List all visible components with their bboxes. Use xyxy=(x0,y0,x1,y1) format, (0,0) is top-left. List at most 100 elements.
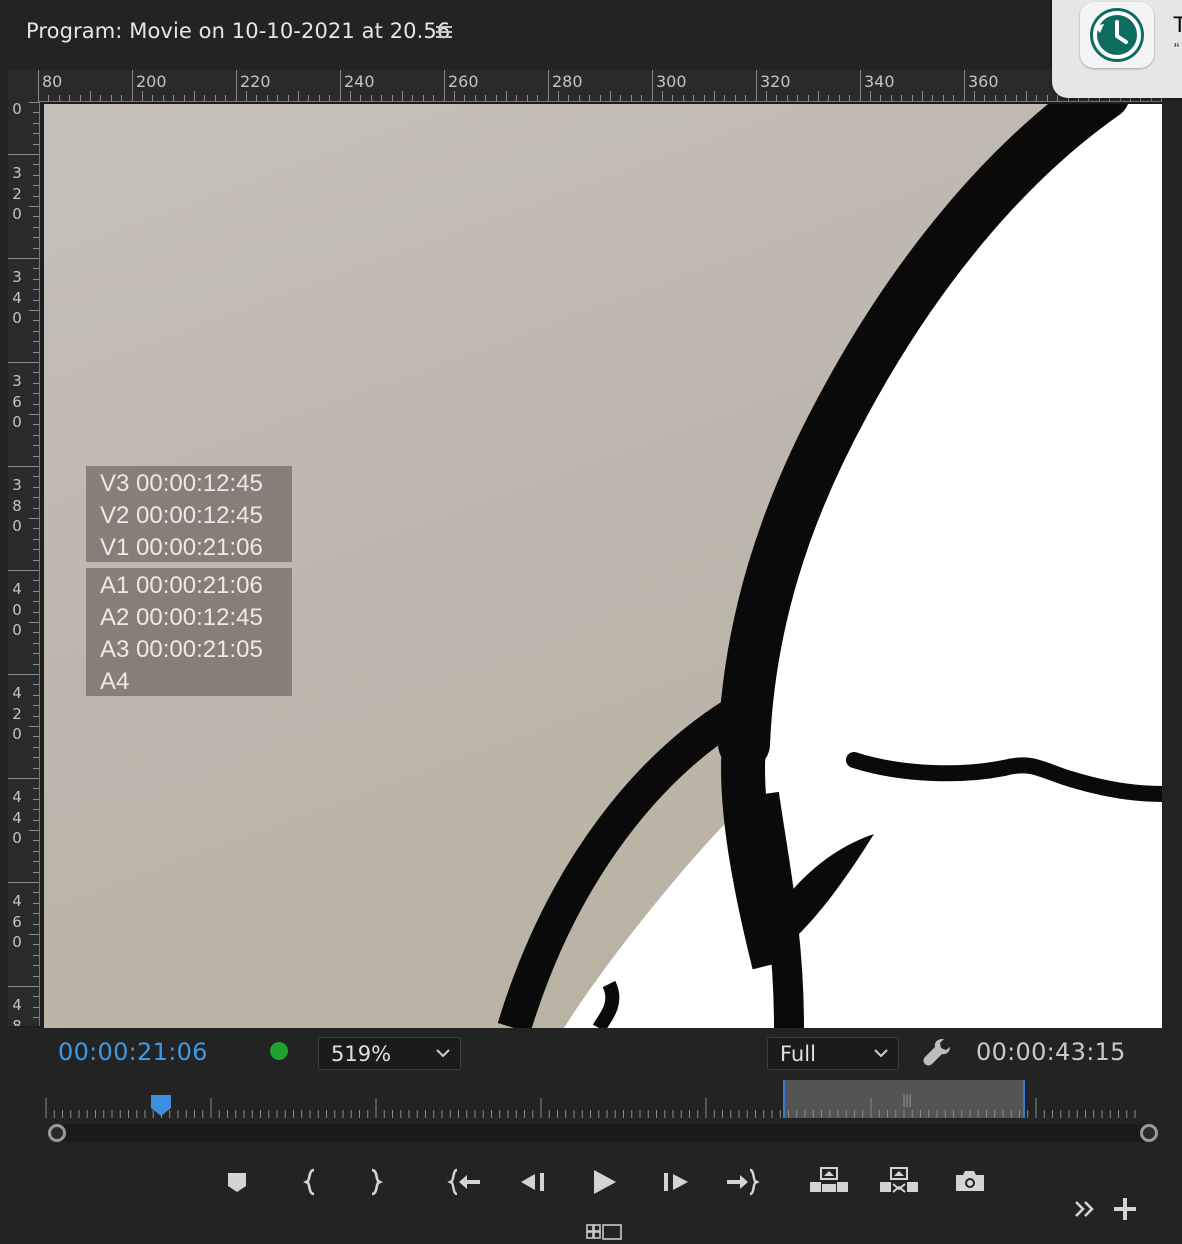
mark-out-icon xyxy=(371,1168,383,1196)
marker-icon xyxy=(228,1173,246,1192)
extract-button[interactable] xyxy=(879,1164,921,1200)
ruler-tick xyxy=(630,95,632,101)
settings-wrench-icon[interactable] xyxy=(922,1036,954,1068)
add-marker-button[interactable] xyxy=(219,1164,255,1200)
ruler-label: 320 xyxy=(12,164,22,223)
ruler-tick xyxy=(298,91,299,101)
ruler-tick xyxy=(350,91,351,101)
zoom-dropdown[interactable]: 519% xyxy=(318,1037,461,1070)
ruler-label: 80 xyxy=(42,72,63,91)
ruler-label: 360 xyxy=(12,372,22,431)
ruler-tick xyxy=(1057,95,1059,101)
ruler-tick xyxy=(495,95,497,101)
scrollbar-right-handle[interactable] xyxy=(1140,1124,1158,1142)
ruler-tick xyxy=(79,95,81,101)
mini-timeline-ruler[interactable] xyxy=(44,1098,1156,1120)
ruler-tick xyxy=(1015,95,1017,101)
ruler-tick xyxy=(29,570,39,571)
ruler-tick xyxy=(33,278,39,280)
ruler-tick xyxy=(370,95,372,101)
ruler-tick xyxy=(963,95,965,101)
ruler-tick xyxy=(33,122,39,124)
ruler-tick xyxy=(33,299,39,301)
ruler-tick xyxy=(33,840,39,842)
mark-out-button[interactable] xyxy=(357,1164,393,1200)
ruler-tick xyxy=(33,497,39,499)
go-to-in-button[interactable] xyxy=(447,1164,483,1200)
ruler-tick xyxy=(901,95,903,101)
ruler-tick xyxy=(142,91,143,101)
ruler-tick xyxy=(33,819,39,821)
export-frame-button[interactable] xyxy=(952,1164,988,1200)
ruler-tick xyxy=(33,663,39,665)
ruler-tick xyxy=(402,91,403,101)
ruler-tick xyxy=(391,95,393,101)
zoom-scrollbar[interactable] xyxy=(50,1124,1158,1142)
ruler-tick xyxy=(29,518,39,519)
ruler-tick xyxy=(33,902,39,904)
ruler-tick xyxy=(1036,95,1038,101)
ruler-tick xyxy=(651,95,653,101)
ruler-tick xyxy=(714,91,715,101)
ruler-tick xyxy=(33,642,39,644)
ruler-tick xyxy=(69,95,71,101)
ruler-tick xyxy=(33,715,39,717)
scrollbar-left-handle[interactable] xyxy=(48,1124,66,1142)
ruler-tick xyxy=(443,95,445,101)
panel-title: Program: Movie on 10-10-2021 at 20.56 xyxy=(26,19,451,43)
ruler-tick xyxy=(121,95,123,101)
ruler-tick xyxy=(33,653,39,655)
ruler-tick xyxy=(890,95,892,101)
ruler-tick xyxy=(33,736,39,738)
ruler-label: 440 xyxy=(12,788,22,847)
ruler-tick xyxy=(33,424,39,426)
notification-banner[interactable]: T “ xyxy=(1052,0,1182,98)
mark-in-button[interactable] xyxy=(293,1164,329,1200)
ruler-tick xyxy=(33,798,39,800)
step-back-button[interactable] xyxy=(516,1164,552,1200)
ruler-tick xyxy=(33,767,39,769)
ruler-label: 280 xyxy=(552,72,583,91)
ruler-tick xyxy=(33,580,39,582)
timecode-v2: V2 00:00:12:45 xyxy=(100,502,263,529)
ruler-tick xyxy=(131,95,133,101)
lift-icon xyxy=(810,1167,848,1192)
ruler-tick xyxy=(360,95,362,101)
multi-camera-layout-icon[interactable] xyxy=(585,1222,623,1242)
ruler-tick xyxy=(547,95,549,101)
go-to-out-button[interactable] xyxy=(724,1164,760,1200)
ruler-tick xyxy=(33,195,39,197)
ruler-tick xyxy=(33,549,39,551)
ruler-tick xyxy=(537,95,539,101)
ruler-tick xyxy=(29,206,39,207)
video-frame[interactable] xyxy=(44,104,1162,1028)
resolution-dropdown[interactable]: Full xyxy=(767,1037,899,1070)
double-chevron-right-icon[interactable] xyxy=(1072,1198,1098,1220)
ruler-label: 340 xyxy=(864,72,895,91)
ruler-tick xyxy=(29,726,39,727)
ruler-tick xyxy=(974,91,975,101)
ruler-label: 380 xyxy=(12,476,22,535)
ruler-tick xyxy=(776,95,778,101)
current-timecode[interactable]: 00:00:21:06 xyxy=(58,1038,208,1066)
play-button[interactable] xyxy=(586,1164,622,1200)
go-to-in-icon xyxy=(447,1168,480,1196)
timecode-v1: V1 00:00:21:06 xyxy=(100,534,263,561)
ruler-tick xyxy=(454,91,455,101)
audio-timecode-overlay: A1 00:00:21:06 A2 00:00:12:45 A3 00:00:2… xyxy=(86,568,292,696)
lift-button[interactable] xyxy=(809,1164,851,1200)
plus-icon[interactable] xyxy=(1112,1196,1138,1222)
step-forward-button[interactable] xyxy=(658,1164,694,1200)
ruler-tick xyxy=(464,95,466,101)
ruler-tick xyxy=(474,95,476,101)
ruler-tick xyxy=(33,694,39,696)
ruler-tick xyxy=(29,778,39,779)
ruler-tick xyxy=(516,95,518,101)
ruler-tick xyxy=(724,95,726,101)
playhead[interactable] xyxy=(150,1094,172,1118)
hamburger-menu-icon[interactable] xyxy=(434,23,454,41)
ruler-tick xyxy=(33,507,39,509)
ruler-tick xyxy=(277,95,279,101)
ruler-tick xyxy=(29,882,39,883)
ruler-tick xyxy=(235,95,237,101)
